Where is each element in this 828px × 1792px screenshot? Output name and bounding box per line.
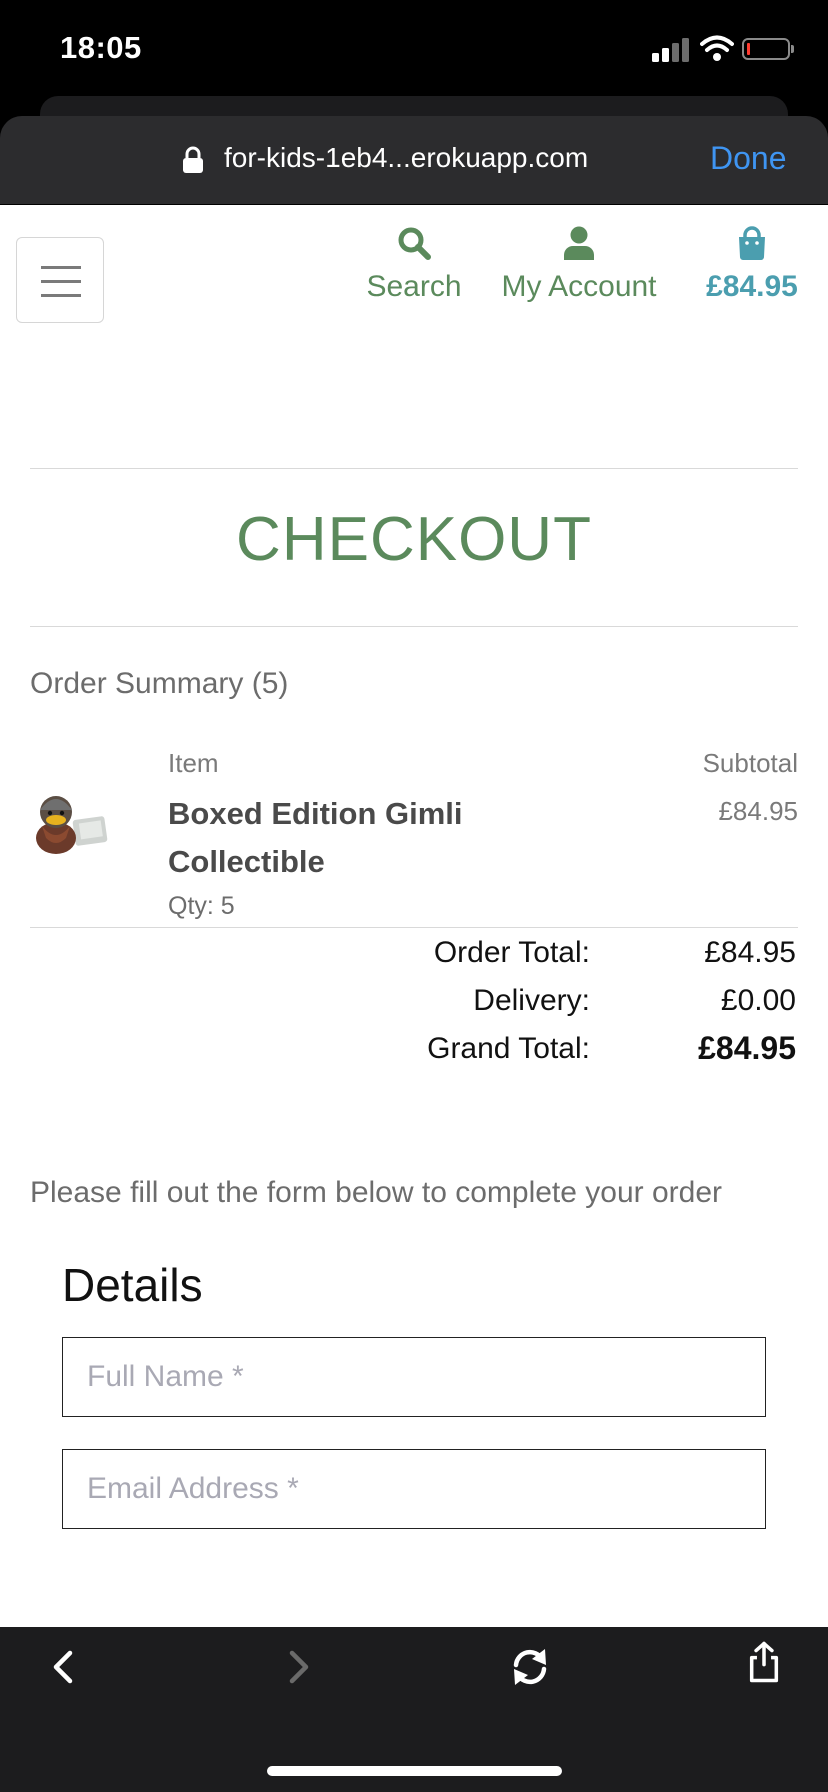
product-subtotal: £84.95 (718, 796, 798, 826)
url-text[interactable]: for-kids-1eb4...erokuapp.com (224, 142, 588, 174)
battery-icon (742, 38, 794, 60)
bag-total: £84.95 (706, 270, 798, 303)
full-name-input[interactable] (63, 1338, 765, 1416)
back-icon[interactable] (42, 1645, 86, 1689)
divider (30, 927, 798, 928)
status-time: 18:05 (60, 30, 142, 65)
hamburger-icon-bar (41, 294, 81, 297)
order-summary-title: Order Summary (5) (30, 667, 289, 700)
delivery-label: Delivery: (473, 984, 590, 1017)
product-thumbnail (36, 796, 108, 854)
email-field[interactable] (62, 1449, 766, 1529)
details-heading: Details (62, 1259, 203, 1311)
order-total-value: £84.95 (704, 936, 796, 969)
column-header-item: Item (168, 748, 219, 778)
email-input[interactable] (63, 1450, 765, 1528)
page-title: CHECKOUT (236, 505, 592, 574)
nav-search-label: Search (366, 270, 462, 303)
divider (30, 626, 798, 627)
full-name-field[interactable] (62, 1337, 766, 1417)
grand-total-label: Grand Total: (427, 1032, 590, 1065)
user-icon (564, 226, 594, 260)
lock-icon (183, 146, 203, 173)
done-button[interactable]: Done (710, 140, 787, 177)
product-quantity: Qty: 5 (168, 892, 235, 920)
menu-toggle-button[interactable] (16, 237, 104, 323)
share-icon[interactable] (742, 1640, 786, 1684)
divider (30, 468, 798, 469)
search-icon (398, 227, 431, 260)
hamburger-icon-bar (41, 280, 81, 283)
shopping-bag-icon (739, 226, 765, 260)
home-indicator[interactable] (267, 1766, 562, 1776)
form-instructions: Please fill out the form below to comple… (30, 1176, 723, 1209)
reload-icon[interactable] (508, 1645, 552, 1689)
delivery-value: £0.00 (720, 984, 796, 1017)
product-name: Boxed Edition Gimli Collectible (168, 796, 463, 879)
column-header-subtotal: Subtotal (702, 748, 798, 778)
grand-total-value: £84.95 (698, 1030, 796, 1066)
nav-my-account[interactable]: My Account (490, 226, 668, 304)
signal-icon (652, 38, 689, 62)
order-total-label: Order Total: (433, 936, 590, 969)
forward-icon[interactable] (276, 1645, 320, 1689)
wifi-icon (700, 35, 734, 61)
nav-shopping-bag[interactable]: £84.95 (690, 226, 814, 304)
hamburger-icon (41, 266, 81, 269)
nav-search[interactable]: Search (356, 226, 472, 304)
nav-account-label: My Account (501, 270, 657, 303)
